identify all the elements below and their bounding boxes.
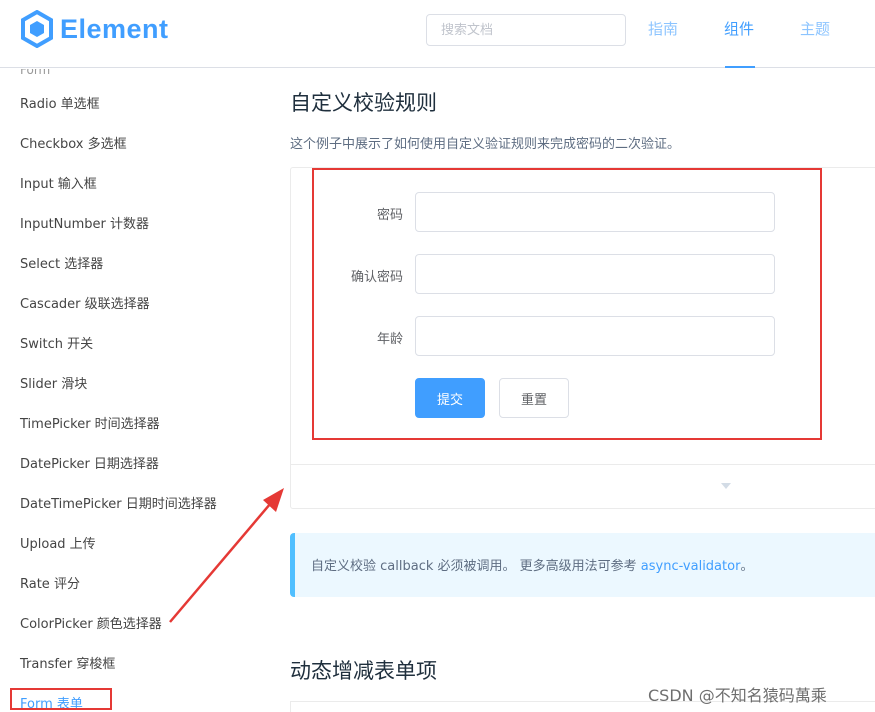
sidebar-nav: Form Radio 单选框 Checkbox 多选框 Input 输入框 In… bbox=[0, 69, 260, 712]
annotation-highlight-form bbox=[312, 168, 822, 440]
sidebar-item-slider[interactable]: Slider 滑块 bbox=[20, 373, 87, 392]
sidebar-item-select[interactable]: Select 选择器 bbox=[20, 253, 103, 272]
sidebar-item-datepicker[interactable]: DatePicker 日期选择器 bbox=[20, 453, 159, 472]
sidebar-item-radio[interactable]: Radio 单选框 bbox=[20, 93, 100, 112]
annotation-highlight-sidebar-item bbox=[10, 688, 112, 710]
tip-text: 自定义校验 callback 必须被调用。 更多高级用法可参考 bbox=[311, 559, 641, 574]
nav-guide[interactable]: 指南 bbox=[648, 18, 678, 39]
sidebar-item-switch[interactable]: Switch 开关 bbox=[20, 333, 93, 352]
sidebar-item-input[interactable]: Input 输入框 bbox=[20, 173, 97, 192]
csdn-watermark: CSDN @不知名猿码萬乘 bbox=[648, 686, 827, 705]
sidebar-item-inputnumber[interactable]: InputNumber 计数器 bbox=[20, 213, 149, 232]
caret-down-icon bbox=[721, 483, 731, 489]
async-validator-link[interactable]: async-validator bbox=[641, 559, 741, 574]
section-title: 自定义校验规则 bbox=[290, 91, 437, 115]
sidebar-item-colorpicker[interactable]: ColorPicker 颜色选择器 bbox=[20, 613, 162, 632]
search-input[interactable] bbox=[426, 14, 626, 46]
next-section-title: 动态增减表单项 bbox=[290, 659, 437, 683]
logo-text: Element bbox=[60, 13, 169, 44]
sidebar-item-transfer[interactable]: Transfer 穿梭框 bbox=[20, 653, 115, 672]
nav-components[interactable]: 组件 bbox=[724, 18, 754, 39]
nav-theme[interactable]: 主题 bbox=[800, 18, 830, 39]
hexagon-logo-icon bbox=[21, 10, 53, 48]
section-description: 这个例子中展示了如何使用自定义验证规则来完成密码的二次验证。 bbox=[290, 137, 681, 152]
top-header: Element 指南 组件 主题 bbox=[0, 0, 875, 68]
sidebar-item-rate[interactable]: Rate 评分 bbox=[20, 573, 80, 592]
tip-text-end: 。 bbox=[740, 559, 754, 574]
element-logo[interactable]: Element bbox=[20, 10, 169, 48]
sidebar-item-checkbox[interactable]: Checkbox 多选框 bbox=[20, 133, 127, 152]
sidebar-item-timepicker[interactable]: TimePicker 时间选择器 bbox=[20, 413, 160, 432]
sidebar-item-cascader[interactable]: Cascader 级联选择器 bbox=[20, 293, 150, 312]
demo-expand-control[interactable] bbox=[291, 465, 875, 509]
sidebar-item-datetimepicker[interactable]: DateTimePicker 日期时间选择器 bbox=[20, 493, 217, 512]
sidebar-item-upload[interactable]: Upload 上传 bbox=[20, 533, 96, 552]
tip-box: 自定义校验 callback 必须被调用。 更多高级用法可参考 async-va… bbox=[290, 533, 875, 597]
sidebar-group-label: Form bbox=[20, 69, 51, 77]
nav-active-indicator bbox=[725, 66, 755, 68]
